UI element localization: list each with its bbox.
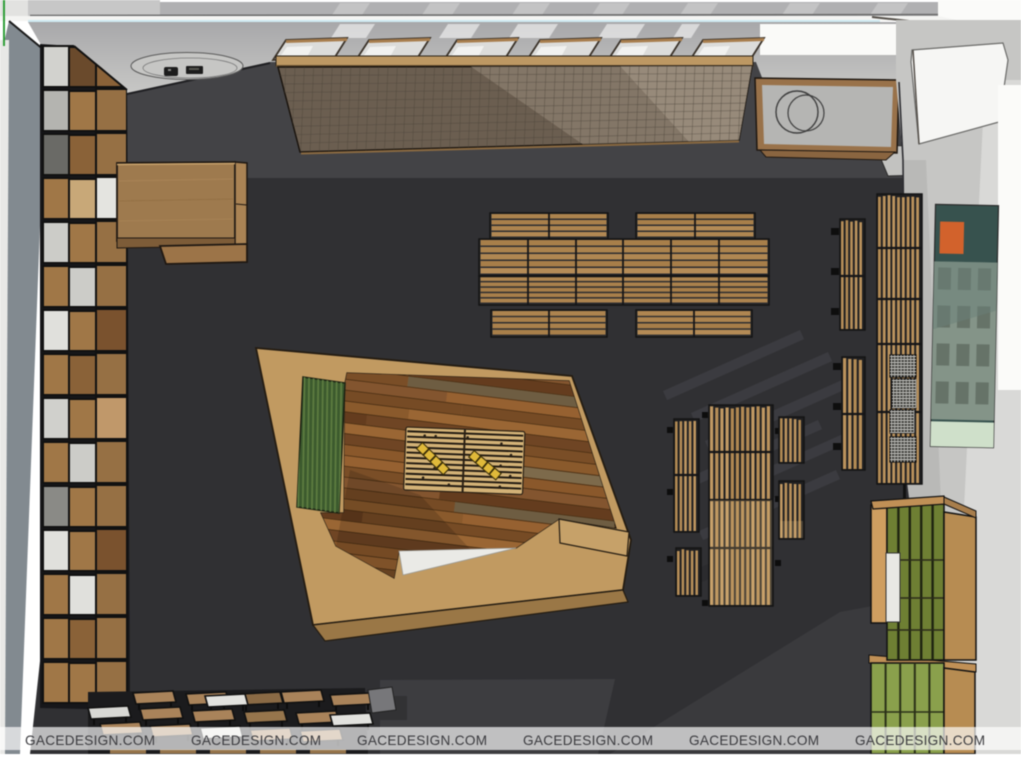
svg-text:GACEDESIGN.COM: GACEDESIGN.COM xyxy=(689,733,819,748)
svg-text:GACEDESIGN.COM: GACEDESIGN.COM xyxy=(357,733,487,748)
svg-text:GACEDESIGN.COM: GACEDESIGN.COM xyxy=(855,733,985,748)
svg-text:GACEDESIGN.COM: GACEDESIGN.COM xyxy=(25,733,155,748)
svg-text:GACEDESIGN.COM: GACEDESIGN.COM xyxy=(191,733,321,748)
svg-text:GACEDESIGN.COM: GACEDESIGN.COM xyxy=(523,733,653,748)
